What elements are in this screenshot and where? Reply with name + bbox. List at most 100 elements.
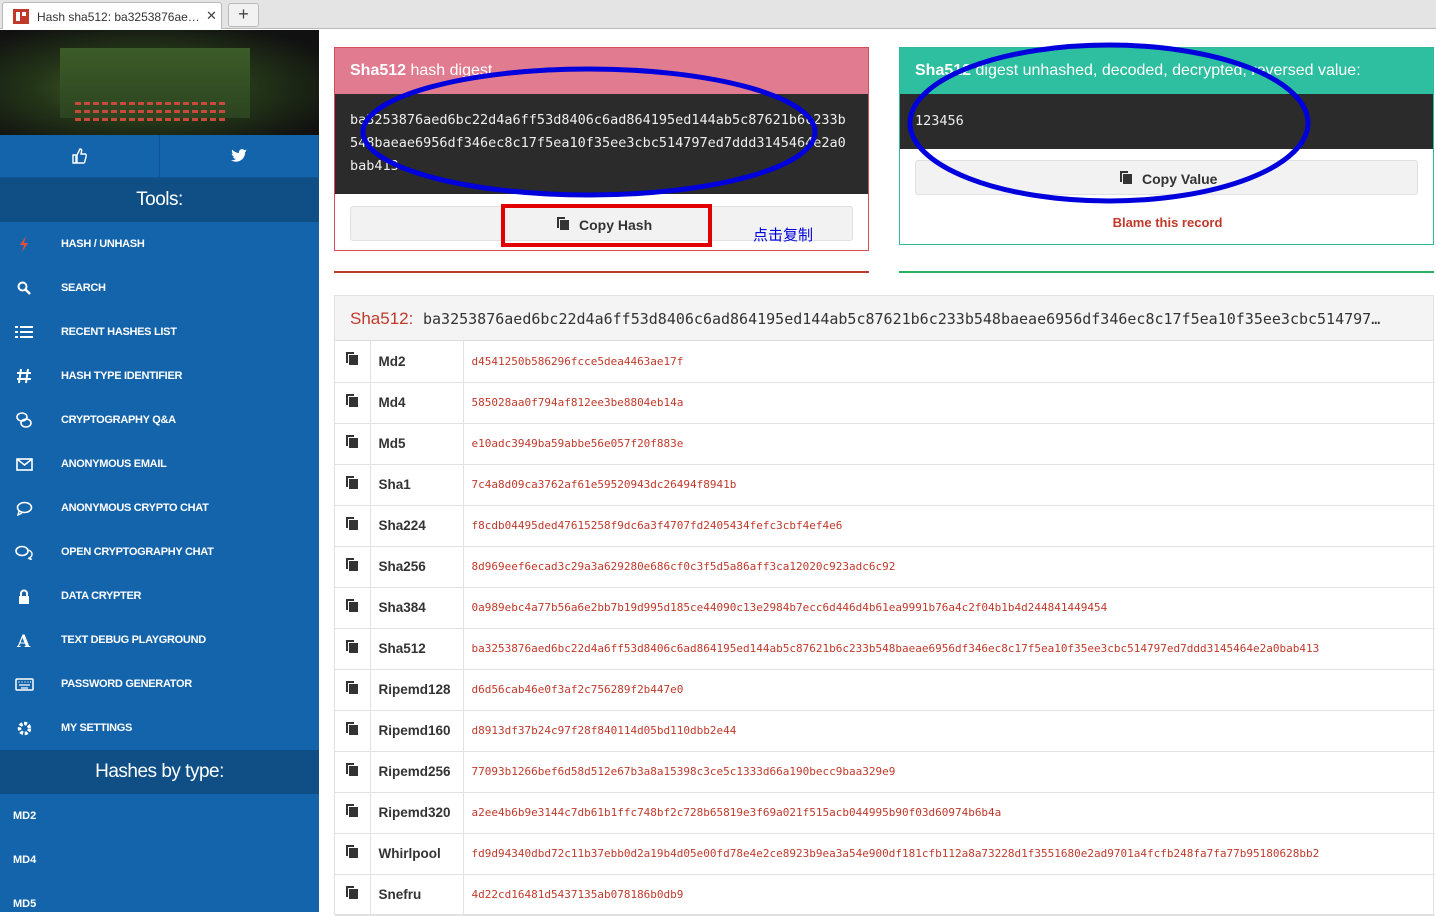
browser-tab-title: Hash sha512: ba3253876ae…	[37, 10, 199, 24]
copy-icon	[556, 216, 570, 234]
sidebar-item-label: TEXT DEBUG PLAYGROUND	[61, 634, 206, 646]
sidebar-item-label: DATA CRYPTER	[61, 590, 142, 602]
hash-algorithm-name: Sha1	[370, 464, 464, 506]
hash-value-link[interactable]: f8cdb04495ded47615258f9dc6a3f4707fd24054…	[463, 505, 1435, 547]
sidebar-item-hash-unhash[interactable]: HASH / UNHASH	[0, 222, 319, 266]
hash-results-header-alg: Sha512:	[350, 309, 414, 328]
copy-row-button[interactable]	[335, 710, 371, 752]
twitter-icon	[230, 149, 247, 162]
copy-value-button[interactable]: Copy Value	[1119, 161, 1217, 196]
sidebar-item-anonymous-crypto-chat[interactable]: ANONYMOUS CRYPTO CHAT	[0, 486, 319, 530]
copy-row-button[interactable]	[335, 423, 371, 465]
copy-row-button[interactable]	[335, 628, 371, 670]
sidebar-item-text-debug-playground[interactable]: A TEXT DEBUG PLAYGROUND	[0, 618, 319, 662]
hash-value-link[interactable]: d6d56cab46e0f3af2c756289f2b447e0	[463, 669, 1435, 711]
hash-value-link[interactable]: d8913df37b24c97f28f840114d05bd110dbb2e44	[463, 710, 1435, 752]
sidebar-item-my-settings[interactable]: MY SETTINGS	[0, 706, 319, 750]
font-icon: A	[14, 631, 34, 649]
copy-row-button[interactable]	[335, 464, 371, 506]
browser-tab-strip: Hash sha512: ba3253876ae… ✕ +	[0, 0, 1436, 29]
copy-icon	[1119, 170, 1133, 188]
copy-row-button[interactable]	[335, 874, 371, 916]
sidebar-item-cryptography-q-a[interactable]: CRYPTOGRAPHY Q&A	[0, 398, 319, 442]
type-item-md5[interactable]: MD5	[0, 882, 319, 912]
hash-value-link[interactable]: fd9d94340dbd72c11b37ebb0d2a19b4d05e00fd7…	[463, 833, 1435, 875]
copy-row-button[interactable]	[335, 341, 371, 383]
like-button[interactable]	[0, 135, 160, 177]
hash-algorithm-name: Snefru	[370, 874, 464, 916]
sidebar-item-hash-type-identifier[interactable]: HASH TYPE IDENTIFIER	[0, 354, 319, 398]
sidebar-item-password-generator[interactable]: PASSWORD GENERATOR	[0, 662, 319, 706]
hash-value-link[interactable]: e10adc3949ba59abbe56e057f20f883e	[463, 423, 1435, 465]
sidebar-item-search[interactable]: SEARCH	[0, 266, 319, 310]
divider-red	[334, 271, 869, 273]
copy-value-label: Copy Value	[1142, 170, 1218, 187]
hash-value-link[interactable]: 4d22cd16481d5437135ab078186b0db9	[463, 874, 1435, 916]
sidebar-item-anonymous-email[interactable]: ANONYMOUS EMAIL	[0, 442, 319, 486]
hash-results-header-value: ba3253876aed6bc22d4a6ff53d8406c6ad864195…	[422, 310, 1381, 328]
sidebar-item-label: RECENT HASHES LIST	[61, 326, 177, 338]
copy-row-button[interactable]	[335, 751, 371, 793]
qa-icon	[14, 411, 34, 429]
browser-tab[interactable]: Hash sha512: ba3253876ae… ✕	[2, 2, 222, 29]
lock-icon	[14, 587, 34, 605]
unhashed-value-header: Sha512 digest unhashed, decoded, decrypt…	[900, 48, 1433, 94]
type-item-md4[interactable]: MD4	[0, 838, 319, 882]
hash-algorithm-name: Sha256	[370, 546, 464, 588]
copy-row-button[interactable]	[335, 382, 371, 424]
copy-icon	[345, 516, 359, 535]
sidebar-item-open-cryptography-chat[interactable]: OPEN CRYPTOGRAPHY CHAT	[0, 530, 319, 574]
copy-icon	[345, 475, 359, 494]
sidebar-item-recent-hashes-list[interactable]: RECENT HASHES LIST	[0, 310, 319, 354]
envelope-icon	[14, 455, 34, 473]
hash-value-link[interactable]: 77093b1266bef6d58d512e67b3a8a15398c3ce5c…	[463, 751, 1435, 793]
divider-green	[899, 271, 1434, 273]
chat-bubbles-icon	[14, 543, 34, 561]
copy-icon	[345, 393, 359, 412]
table-row: Md4 585028aa0f794af812ee3be8804eb14a	[335, 382, 1435, 424]
hash-value-link[interactable]: 8d969eef6ecad3c29a3a629280e686cf0c3f5d5a…	[463, 546, 1435, 588]
copy-icon	[345, 598, 359, 617]
hash-algorithm-name: Sha224	[370, 505, 464, 547]
twitter-button[interactable]	[160, 135, 319, 177]
type-item-md2[interactable]: MD2	[0, 794, 319, 838]
copy-row-button[interactable]	[335, 546, 371, 588]
hash-value-link[interactable]: a2ee4b6b9e3144c7db61b1ffc748bf2c728b6581…	[463, 792, 1435, 834]
hash-value-link[interactable]: 585028aa0f794af812ee3be8804eb14a	[463, 382, 1435, 424]
copy-row-button[interactable]	[335, 833, 371, 875]
hash-value-link[interactable]: 0a989ebc4a77b56a6e2bb7b19d995d185ce44090…	[463, 587, 1435, 629]
new-tab-button[interactable]: +	[228, 3, 259, 27]
social-bar	[0, 135, 319, 178]
table-row: Sha224 f8cdb04495ded47615258f9dc6a3f4707f…	[335, 505, 1435, 547]
hash-value-link[interactable]: ba3253876aed6bc22d4a6ff53d8406c6ad864195…	[463, 628, 1435, 670]
sidebar-item-data-crypter[interactable]: DATA CRYPTER	[0, 574, 319, 618]
copy-icon	[345, 434, 359, 453]
table-row: Md2 d4541250b586296fcce5dea4463ae17f	[335, 341, 1435, 383]
sidebar-item-label: ANONYMOUS CRYPTO CHAT	[61, 502, 209, 514]
copy-icon	[345, 844, 359, 863]
keyboard-icon	[14, 675, 34, 693]
hash-algorithm-name: Sha384	[370, 587, 464, 629]
copy-row-button[interactable]	[335, 669, 371, 711]
copy-row-button[interactable]	[335, 587, 371, 629]
hash-digest-header-text: hash digest	[406, 62, 493, 79]
copy-hash-button[interactable]: Copy Hash	[556, 207, 652, 242]
unhashed-value[interactable]: 123456	[900, 94, 1433, 149]
unhashed-value-card: Sha512 digest unhashed, decoded, decrypt…	[899, 47, 1434, 245]
copy-row-button[interactable]	[335, 792, 371, 834]
copy-row-button[interactable]	[335, 505, 371, 547]
hash-algorithm-name: Md4	[370, 382, 464, 424]
hash-value-link[interactable]: 7c4a8d09ca3762af61e59520943dc26494f8941b	[463, 464, 1435, 506]
sidebar-item-label: HASH / UNHASH	[61, 238, 145, 250]
sidebar-item-label: HASH TYPE IDENTIFIER	[61, 370, 183, 382]
tab-close-icon[interactable]: ✕	[206, 8, 217, 24]
hash-digest-value[interactable]: ba3253876aed6bc22d4a6ff53d8406c6ad864195…	[335, 94, 868, 194]
table-row: Ripemd320 a2ee4b6b9e3144c7db61b1ffc748bf2…	[335, 792, 1435, 834]
hash-value-link[interactable]: d4541250b586296fcce5dea4463ae17f	[463, 341, 1435, 383]
table-row: Sha256 8d969eef6ecad3c29a3a629280e686cf0c…	[335, 546, 1435, 588]
copy-icon	[345, 639, 359, 658]
blame-record-link[interactable]: Blame this record	[900, 215, 1435, 230]
copy-icon	[345, 803, 359, 822]
sidebar-item-label: MY SETTINGS	[61, 722, 133, 734]
unhashed-value-header-alg: Sha512	[915, 62, 972, 79]
